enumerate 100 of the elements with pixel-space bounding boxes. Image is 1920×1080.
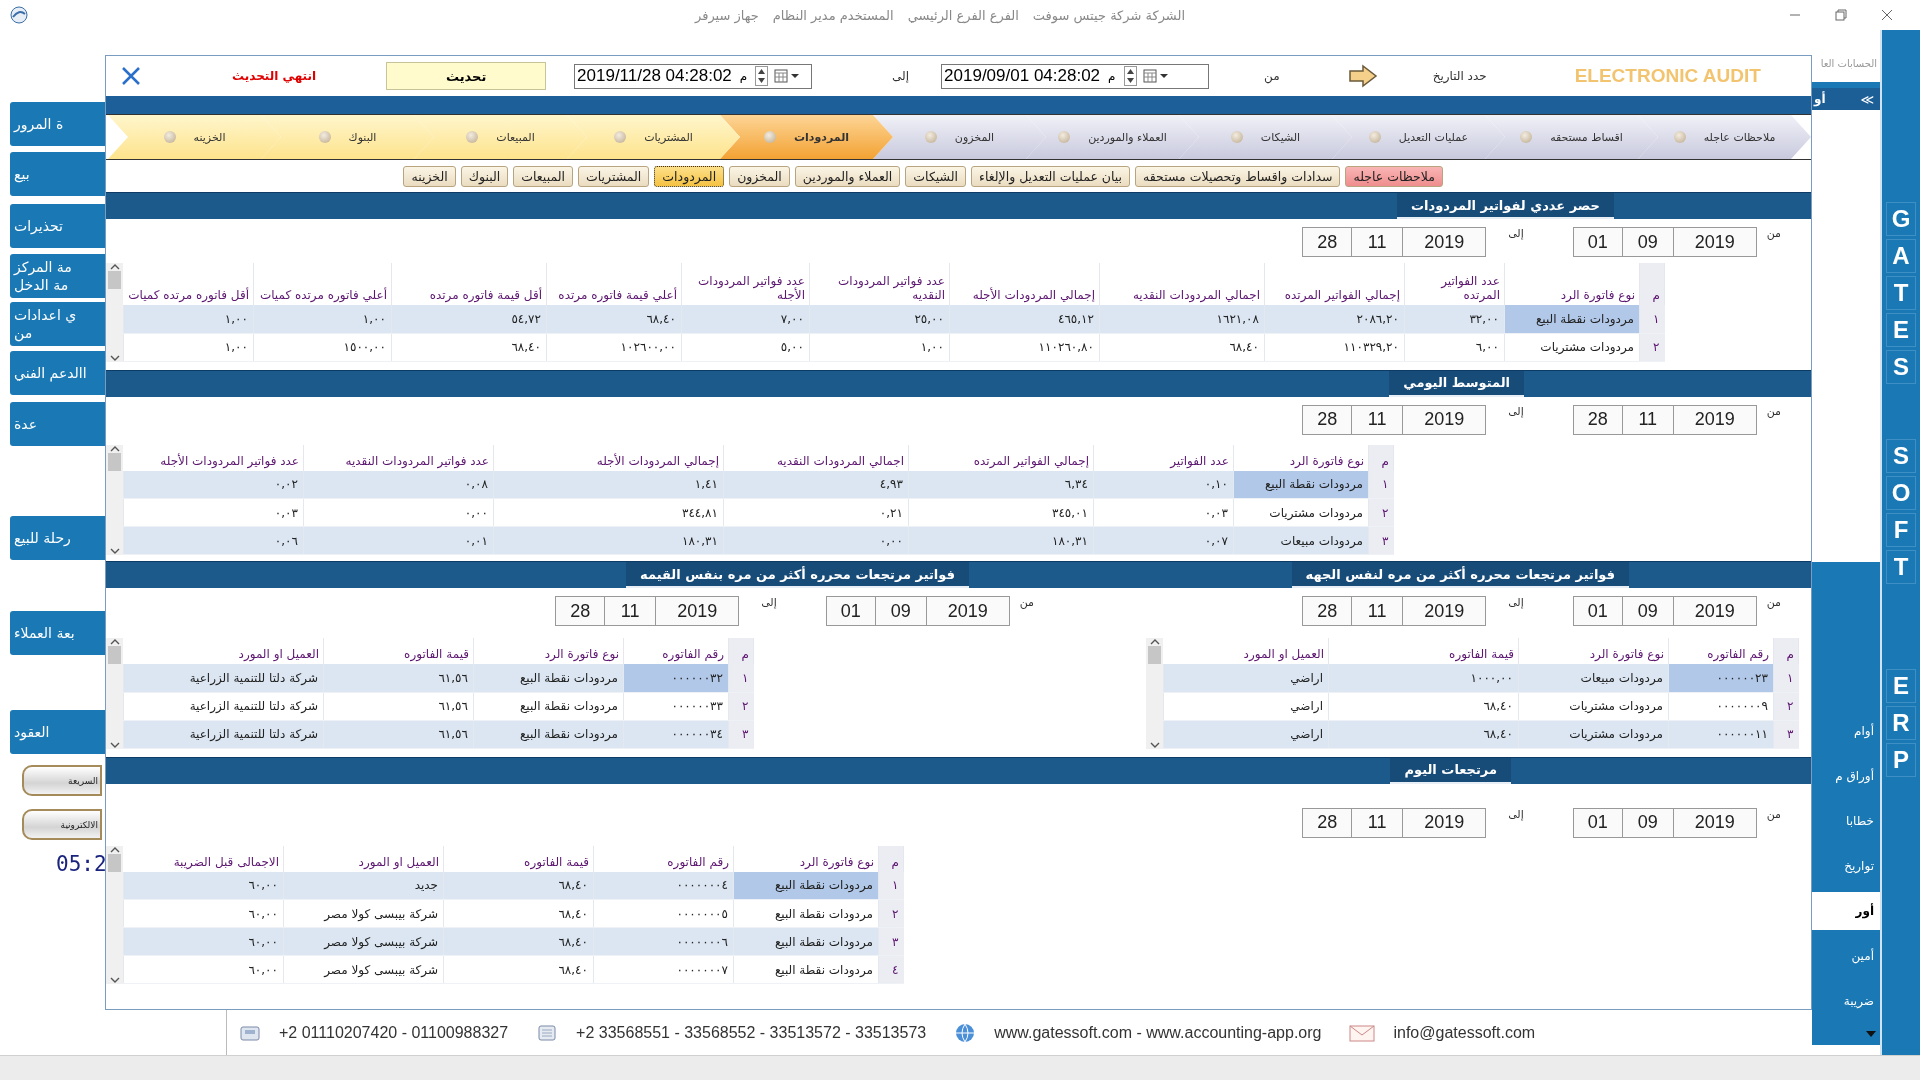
spinner-icon[interactable] [755,66,769,86]
sidebar-button[interactable]: ي اعدادات من [10,302,105,346]
tab[interactable]: المشتريات [577,165,650,187]
day-field[interactable]: 28 [1302,596,1353,626]
day-field[interactable]: 28 [1302,404,1353,435]
scroll-down-icon[interactable] [1149,740,1160,749]
tab[interactable]: المردودات [654,165,725,187]
table-row[interactable]: ٢ مردودات نقطة البيع ٠٠٠٠٠٠٠٥ ٦٨,٤٠ شركة بيبسى كولا مصر ٦٠,٠٠ [123,899,904,928]
day-field[interactable]: 01 [1572,596,1623,626]
menu-item[interactable]: ضريبة [1812,982,1880,1020]
quick-button[interactable]: الالكترونية [22,809,102,840]
scrollbar[interactable] [106,638,123,749]
day-field[interactable]: 01 [1572,807,1623,838]
scroll-up-icon[interactable] [109,638,120,646]
scroll-down-icon[interactable] [109,740,120,749]
scrollbar[interactable] [106,263,123,362]
scroll-thumb[interactable] [108,271,121,289]
menu-item[interactable]: أمين [1812,937,1880,975]
year-field[interactable]: 2019 [1402,227,1487,257]
step-item[interactable]: ملاحظات عاجله [1638,115,1811,159]
sidebar-button[interactable]: عدة [10,402,105,446]
day-field[interactable]: 01 [825,596,876,626]
table-row[interactable]: ١ مردودات نقطة البيع ٠,١٠ ٦,٣٤ ٤,٩٣ ١,٤١ ٠,٠٨ ٠,٠٢ [123,470,1394,499]
table-row[interactable]: ١ مردودات نقطة البيع ٠٠٠٠٠٠٠٤ ٦٨,٤٠ جديد ٦٠,٠٠ [123,871,904,900]
quick-button[interactable]: السريعة [22,765,102,796]
month-field[interactable]: 11 [604,596,657,626]
day-field[interactable]: 01 [1572,227,1623,257]
refresh-button[interactable]: تحديث [386,62,547,90]
arrow-right-icon[interactable] [1347,64,1378,88]
sidebar-button[interactable]: العقود [10,710,105,754]
year-field[interactable]: 2019 [1402,596,1487,626]
year-field[interactable]: 2019 [1672,404,1757,435]
menu-item[interactable]: أور [1812,892,1880,930]
menu-item[interactable]: أوام [1812,712,1880,750]
year-field[interactable]: 2019 [1402,404,1487,435]
month-field[interactable]: 09 [1621,807,1674,838]
table-row[interactable]: ٢ مردودات مشتريات ٦,٠٠ ١١٠٣٢٩,٢٠ ٦٨,٤٠ ١١٠٢٦٠,٨٠ ١,٠٠ ٥,٠٠ ١٠٢٦٠٠,٠٠ ٦٨,٤٠ ١٥٠٠,٠٠ ١,٠٠ [123,333,1665,361]
scroll-down-icon[interactable] [109,353,120,362]
scroll-up-icon[interactable] [109,845,120,854]
table-row[interactable]: ١ مردودات نقطة البيع ٣٢,٠٠ ٢٠٨٦,٢٠ ١٦٢١,٠٨ ٤٦٥,١٢ ٢٥,٠٠ ٧,٠٠ ٦٨,٤٠ ٥٤,٧٢ ١,٠٠ ١,٠٠ [123,305,1665,333]
scrollbar[interactable] [106,444,123,555]
table-row[interactable]: ٢ ٠٠٠٠٠٠٠٩ مردودات مشتريات ٦٨,٤٠ اراضي [1163,692,1799,720]
tab[interactable]: البنوك [460,165,509,187]
table-row[interactable]: ٣ مردودات مبيعات ٠,٠٧ ١٨٠,٣١ ٠,٠٠ ١٨٠,٣١ ٠,٠١ ٠,٠٦ [123,526,1394,555]
month-field[interactable]: 11 [1621,404,1674,435]
scrollbar[interactable] [1146,638,1163,749]
year-field[interactable]: 2019 [1402,807,1487,838]
table-row[interactable]: ٣ ٠٠٠٠٠٠٣٤ مردودات نقطة البيع ٦١,٥٦ شركة دلتا للتنمية الزراعية [123,720,754,748]
year-field[interactable]: 2019 [1672,807,1757,838]
tab[interactable]: الخزينه [403,165,456,187]
scroll-thumb[interactable] [108,646,121,664]
month-field[interactable]: 11 [1351,227,1404,257]
table-row[interactable]: ٢ ٠٠٠٠٠٠٣٣ مردودات نقطة البيع ٦١,٥٦ شركة دلتا للتنمية الزراعية [123,692,754,720]
table-row[interactable]: ١ ٠٠٠٠٠٠٢٣ مردودات مبيعات ١٠٠٠,٠٠ اراضي [1163,664,1799,692]
menu-item[interactable]: أوراق م [1812,757,1880,795]
spinner-icon[interactable] [1123,66,1137,86]
sidebar-button[interactable]: رحلة للبيع [10,516,105,560]
restore-icon[interactable] [1835,9,1847,21]
year-field[interactable]: 2019 [1672,596,1757,626]
tab[interactable]: المبيعات [513,165,573,187]
scrollbar[interactable] [106,845,123,984]
table-row[interactable]: ٣ ٠٠٠٠٠٠١١ مردودات مشتريات ٦٨,٤٠ اراضي [1163,720,1799,748]
day-field[interactable]: 28 [1302,807,1353,838]
month-field[interactable]: 09 [1621,227,1674,257]
scroll-up-icon[interactable] [109,444,120,453]
close-icon[interactable] [1881,9,1893,21]
day-field[interactable]: 28 [1572,404,1623,435]
collapse-button[interactable]: ≪ [1860,91,1874,107]
scroll-thumb[interactable] [1148,646,1161,664]
tab[interactable]: المخزون [729,165,790,187]
sidebar-button[interactable]: مة المركز مة الدخل [10,254,105,298]
dropdown-caret-icon[interactable] [1866,1031,1876,1037]
table-row[interactable]: ١ ٠٠٠٠٠٠٣٢ مردودات نقطة البيع ٦١,٥٦ شركة دلتا للتنمية الزراعية [123,664,754,692]
tab[interactable]: الشيكات [905,165,966,187]
scroll-down-icon[interactable] [109,547,120,555]
table-row[interactable]: ٣ مردودات نقطة البيع ٠٠٠٠٠٠٠٦ ٦٨,٤٠ شركة بيبسى كولا مصر ٦٠,٠٠ [123,927,904,956]
year-field[interactable]: 2019 [925,596,1010,626]
tab[interactable]: سدادات واقساط وتحصيلات مستحقه [1135,165,1341,187]
sidebar-button[interactable]: تحذيرات [10,204,105,248]
month-field[interactable]: 09 [1621,596,1674,626]
sidebar-button[interactable]: ة المرور [10,102,105,146]
step-item[interactable]: الخزينه [108,115,281,159]
table-row[interactable]: ٤ مردودات نقطة البيع ٠٠٠٠٠٠٠٧ ٦٨,٤٠ شركة بيبسى كولا مصر ٦٠,٠٠ [123,955,904,984]
sidebar-button[interactable]: بعة العملاء [10,611,105,655]
month-field[interactable]: 11 [1351,596,1404,626]
table-row[interactable]: ٢ مردودات مشتريات ٠,٠٣ ٣٤٥,٠١ ٠,٢١ ٣٤٤,٨١ ٠,٠٠ ٠,٠٣ [123,498,1394,527]
month-field[interactable]: 11 [1351,404,1404,435]
tab[interactable]: العملاء والموردين [794,165,901,187]
day-field[interactable]: 28 [1302,227,1353,257]
scroll-thumb[interactable] [108,452,121,471]
month-field[interactable]: 11 [1351,807,1404,838]
tab[interactable]: بيان عمليات التعديل والإلغاء [971,165,1131,187]
calendar-dropdown-icon[interactable] [1142,68,1171,84]
month-field[interactable]: 09 [874,596,927,626]
scroll-up-icon[interactable] [109,263,120,271]
scroll-thumb[interactable] [108,853,121,872]
menu-item[interactable]: خطابا [1812,802,1880,840]
sidebar-button[interactable]: بيع [10,152,105,196]
menu-item[interactable]: تواريخ [1812,847,1880,885]
year-field[interactable]: 2019 [1672,227,1757,257]
